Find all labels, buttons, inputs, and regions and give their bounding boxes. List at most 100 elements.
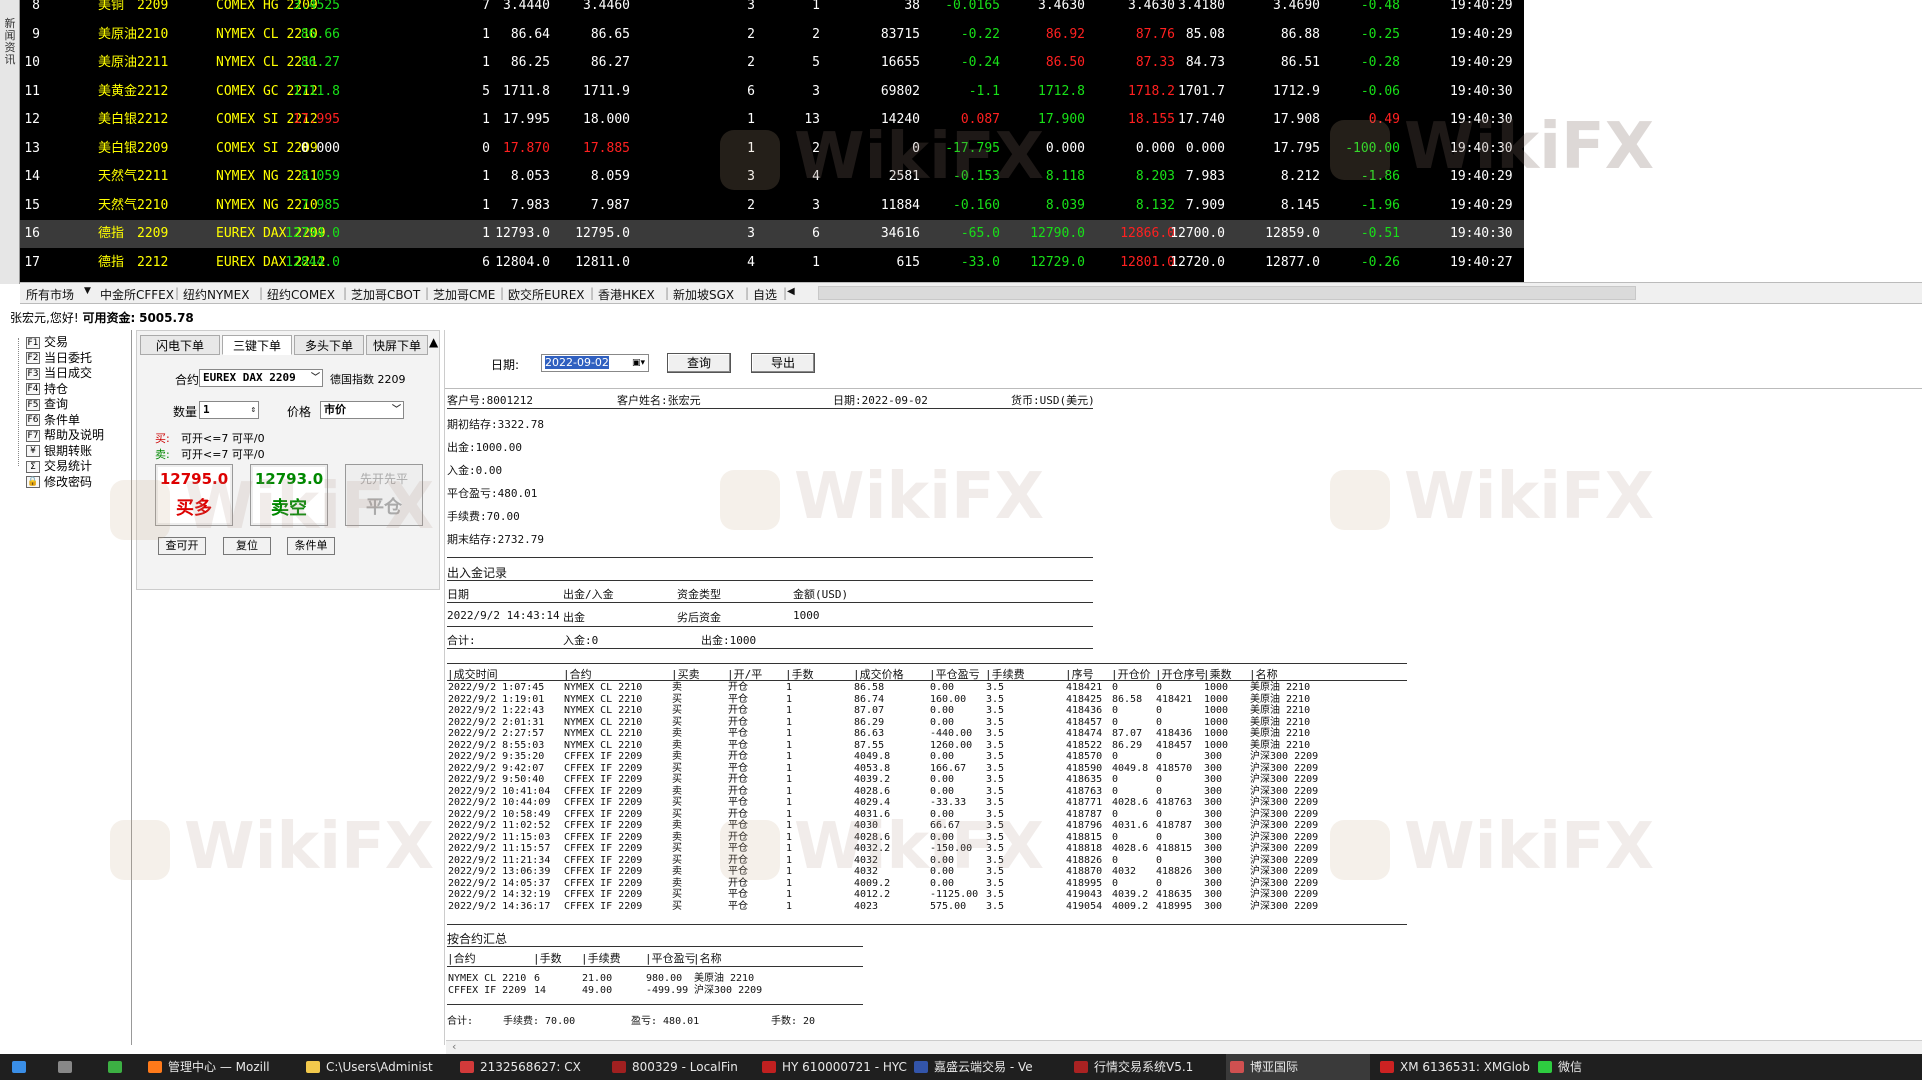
- tab-long-order[interactable]: 多头下单: [294, 335, 364, 355]
- rule: [447, 924, 1407, 925]
- nav-item[interactable]: F6 条件单: [26, 413, 80, 428]
- taskbar-app[interactable]: HY 610000721 - HYC: [758, 1054, 907, 1080]
- tab-hkex[interactable]: 香港HKEX: [598, 286, 655, 303]
- nav-item[interactable]: F3 当日成交: [26, 366, 92, 381]
- quote-row[interactable]: 15 天然气 2210 NYMEX NG 2210 7.985 1 7.983 7.987 2 3…: [20, 192, 1524, 220]
- nav-item[interactable]: F7 帮助及说明: [26, 428, 104, 443]
- app-icon: [612, 1061, 626, 1073]
- quote-row[interactable]: 16 德指 2209 EUREX DAX 2209 12794.0 1 12793.0 127…: [20, 220, 1524, 248]
- search-icon[interactable]: [54, 1054, 94, 1080]
- taskbar-app[interactable]: 800329 - LocalFin: [608, 1054, 752, 1080]
- nav-item[interactable]: ¥ 银期转账: [26, 444, 92, 459]
- tab-all-markets[interactable]: 所有市场: [26, 286, 74, 303]
- nav-item[interactable]: F2 当日委托: [26, 351, 92, 366]
- buy-long-button[interactable]: 12795.0 买多: [155, 464, 233, 526]
- quote-chg: -33.0: [960, 254, 1000, 270]
- quote-row[interactable]: 11 美黄金 2212 COMEX GC 2212 1711.8 5 1711.8 1711.…: [20, 78, 1524, 106]
- trade-cell: 3.5: [986, 728, 1005, 739]
- nav-item[interactable]: 🔒 修改密码: [26, 475, 92, 490]
- nav-item[interactable]: F5 查询: [26, 397, 68, 412]
- sell-short-button[interactable]: 12793.0 卖空: [250, 464, 328, 526]
- trade-cell: 卖: [672, 785, 682, 797]
- horizontal-scrollbar[interactable]: ‹: [446, 1040, 1922, 1054]
- tab-dropdown-icon[interactable]: ▼: [84, 286, 91, 296]
- stepper-icon[interactable]: ⇕: [251, 402, 256, 418]
- nav-item[interactable]: F4 持仓: [26, 382, 68, 397]
- quote-row[interactable]: 17 德指 2212 EUREX DAX 2212 12844.0 6 12804.0 128…: [20, 249, 1524, 277]
- conditional-order-button[interactable]: 条件单: [287, 537, 335, 555]
- tab-cme[interactable]: 芝加哥CME: [433, 286, 495, 303]
- trade-cell: 300: [1204, 820, 1223, 831]
- taskbar-app[interactable]: 2132568627: CX: [456, 1054, 602, 1080]
- price-select[interactable]: 市价 ﹀: [320, 401, 404, 419]
- trade-cell: 沪深300 2209: [1250, 751, 1319, 762]
- trade-cell: 0: [1156, 774, 1163, 785]
- reset-button[interactable]: 复位: [223, 537, 271, 555]
- trade-cell: 沪深300 2209: [1250, 831, 1319, 843]
- taskbar-app[interactable]: XM 6136531: XMGlob: [1376, 1054, 1530, 1080]
- quote-askv: 2: [812, 140, 820, 156]
- tab-flash-order[interactable]: 闪电下单: [140, 335, 220, 355]
- taskbar-app[interactable]: 行情交易系统V5.1: [1070, 1054, 1220, 1080]
- nav-item[interactable]: F1 交易: [26, 335, 68, 350]
- quote-row[interactable]: 8 美铜 2209 COMEX HG 2209 3.4525 7 3.4440 3.4460 3…: [20, 0, 1524, 20]
- contract-select[interactable]: EUREX DAX 2209 ﹀: [199, 369, 323, 387]
- tab-nymex[interactable]: 纽约NYMEX: [183, 286, 249, 303]
- export-button[interactable]: 导出: [751, 353, 815, 373]
- trade-cell: 4012.2: [854, 889, 891, 900]
- quote-pct: -0.48: [1360, 0, 1400, 13]
- trade-cell: 4023: [854, 900, 879, 912]
- taskbar-app-label: 2132568627: CX: [480, 1060, 581, 1074]
- trade-cell: 开仓: [728, 705, 748, 716]
- qty-stepper[interactable]: 1 ⇕: [199, 401, 259, 419]
- quote-no: 11: [24, 83, 40, 99]
- news-side-tab-label: 新闻资讯: [4, 17, 16, 66]
- collapse-icon[interactable]: ▲: [429, 335, 438, 349]
- taskbar-app[interactable]: [104, 1054, 140, 1080]
- start-icon[interactable]: [8, 1054, 48, 1080]
- trade-cell: 4032: [1112, 866, 1137, 877]
- scroll-left-icon[interactable]: ‹: [452, 1040, 456, 1053]
- trade-cell: 0: [1112, 705, 1119, 716]
- trade-cell: 0.00: [930, 866, 955, 877]
- taskbar-app[interactable]: C:\Users\Administ: [302, 1054, 450, 1080]
- trade-cell: 66.67: [930, 820, 961, 831]
- quote-month: 2210: [137, 26, 169, 42]
- quote-ask: 12811.0: [575, 254, 630, 270]
- trade-cell: 418590: [1066, 762, 1103, 774]
- quote-row[interactable]: 13 美白银 2209 COMEX SI 2209 0.000 0 17.870 17.885…: [20, 135, 1524, 163]
- date-picker[interactable]: 2022-09-02 ▣▾: [541, 354, 649, 372]
- quote-row[interactable]: 10 美原油 2211 NYMEX CL 2211 86.27 1 86.25 86.27 2 5…: [20, 49, 1524, 77]
- taskbar-app[interactable]: 微信: [1534, 1054, 1594, 1080]
- taskbar-app[interactable]: 博亚国际: [1226, 1054, 1370, 1080]
- tab-quick-order[interactable]: 快屏下单: [366, 335, 428, 355]
- tab-cbot[interactable]: 芝加哥CBOT: [351, 286, 420, 303]
- trade-cell: 1: [786, 877, 793, 889]
- tab-three-key-order[interactable]: 三键下单: [222, 335, 292, 355]
- quote-row[interactable]: 12 美白银 2212 COMEX SI 2212 17.995 1 17.995 18.00…: [20, 106, 1524, 134]
- tab-watchlist[interactable]: 自选: [753, 286, 777, 303]
- close-position-button[interactable]: 先开先平 平仓: [345, 464, 423, 526]
- tab-scroll-left-icon[interactable]: ◀: [787, 286, 795, 297]
- tab-scrollbar[interactable]: [818, 286, 1636, 300]
- taskbar-app[interactable]: 嘉盛云端交易 - Ve: [910, 1054, 1060, 1080]
- tab-cffex[interactable]: 中金所CFFEX: [100, 286, 174, 303]
- greeting: 张宏元,您好!: [10, 311, 79, 325]
- trade-cell: 419054: [1066, 900, 1103, 912]
- trade-cell: 买: [672, 693, 682, 705]
- quote-row[interactable]: 9 美原油 2210 NYMEX CL 2210 86.66 1 86.64 86.65 2 2 8…: [20, 21, 1524, 49]
- quote-row[interactable]: 14 天然气 2211 NYMEX NG 2211 8.059 1 8.053 8.059 3 4…: [20, 163, 1524, 191]
- taskbar-app[interactable]: 管理中心 — Mozill: [144, 1054, 294, 1080]
- tab-comex[interactable]: 纽约COMEX: [267, 286, 335, 303]
- query-button[interactable]: 查询: [667, 353, 731, 373]
- balance-line: 期初结存:3322.78: [447, 418, 544, 431]
- summary-header: |手续费: [581, 952, 621, 965]
- calendar-icon[interactable]: ▣▾: [632, 355, 645, 371]
- nav-item[interactable]: Σ 交易统计: [26, 459, 92, 474]
- trade-cell: 2022/9/2 14:36:17: [448, 900, 551, 912]
- tab-sgx[interactable]: 新加坡SGX: [673, 286, 734, 303]
- query-openable-button[interactable]: 查可开: [158, 537, 206, 555]
- trade-cell: 0: [1112, 877, 1119, 889]
- tab-eurex[interactable]: 欧交所EUREX: [508, 286, 585, 303]
- news-side-tab[interactable]: 新闻资讯: [0, 0, 20, 284]
